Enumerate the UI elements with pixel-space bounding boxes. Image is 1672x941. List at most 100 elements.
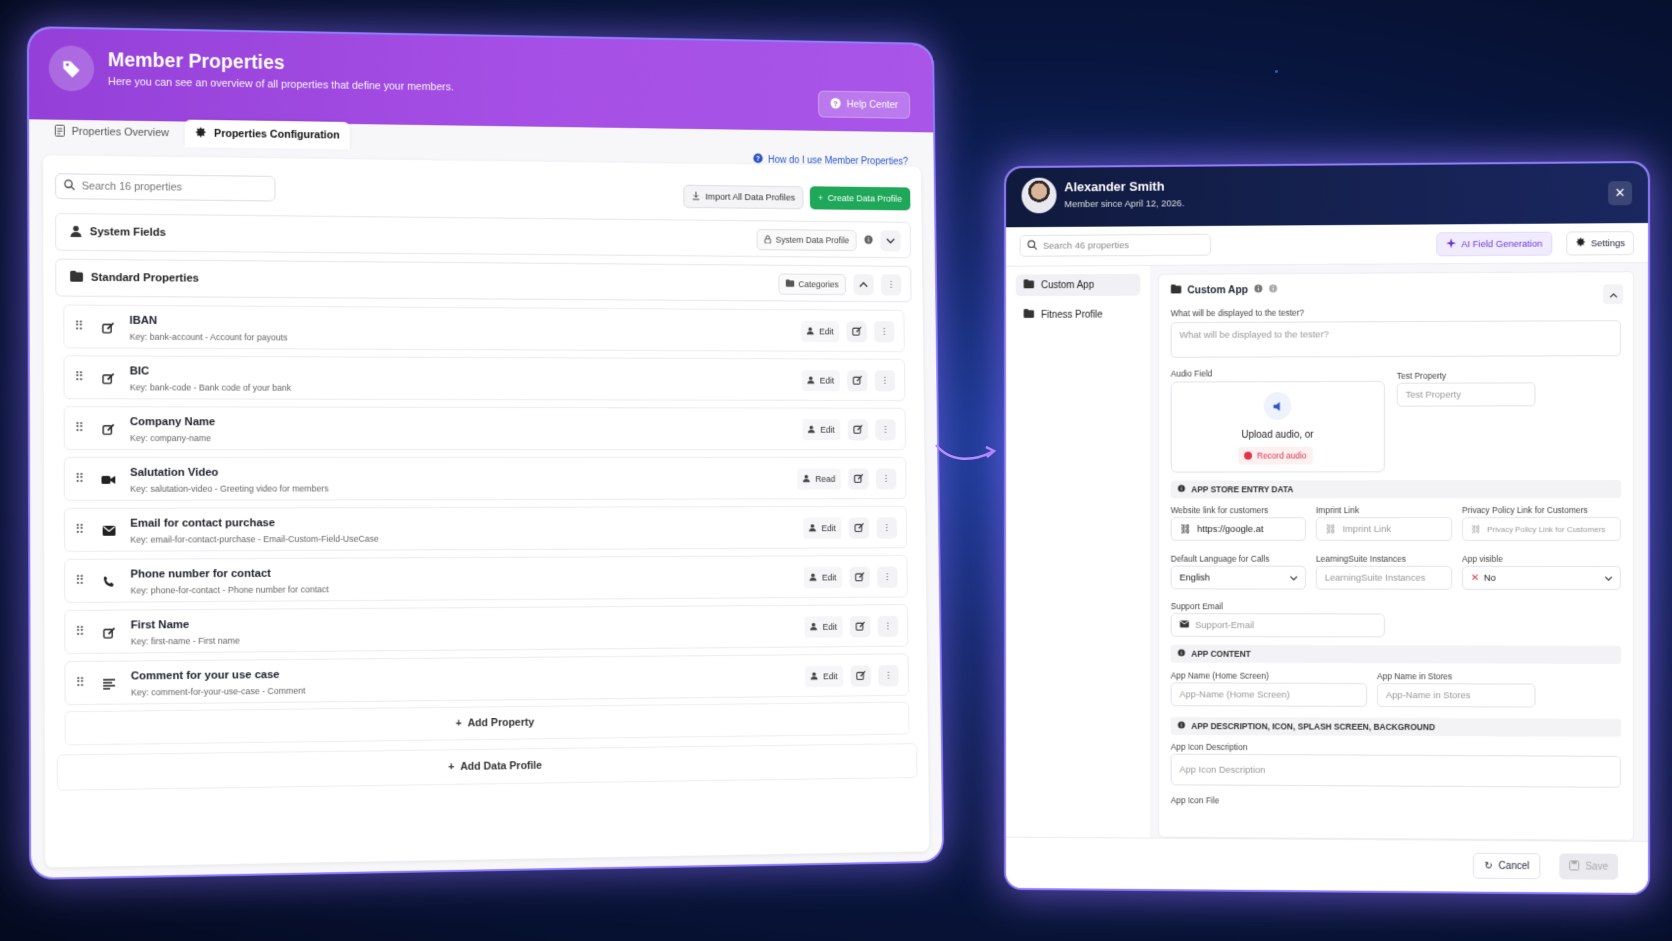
edit-button[interactable] bbox=[846, 321, 867, 343]
property-row[interactable]: ⠿ Email for contact purchase Key: email-fo… bbox=[63, 505, 908, 552]
property-row[interactable]: ⠿ Comment for your use case Key: comment-f… bbox=[64, 653, 910, 706]
more-options-button[interactable]: ⋮ bbox=[874, 370, 896, 392]
sidebar-item-custom-app[interactable]: Custom App bbox=[1015, 273, 1141, 297]
permission-chip[interactable]: Read bbox=[797, 468, 841, 490]
system-data-profile-chip[interactable]: System Data Profile bbox=[756, 228, 857, 252]
system-fields-section[interactable]: System Fields System Data Profile bbox=[55, 212, 912, 259]
property-row[interactable]: ⠿ First Name Key: first-name - First name E… bbox=[64, 604, 909, 655]
link-icon: ⛓ bbox=[1324, 523, 1337, 535]
drag-handle-icon[interactable]: ⠿ bbox=[74, 318, 82, 334]
drag-handle-icon[interactable]: ⠿ bbox=[75, 522, 84, 538]
collapse-button[interactable] bbox=[1603, 284, 1624, 305]
property-key: Key: company-name bbox=[129, 433, 212, 444]
drag-handle-icon[interactable]: ⠿ bbox=[74, 369, 82, 385]
avatar bbox=[1021, 177, 1057, 214]
learningsuite-input[interactable]: LearningSuite Instances bbox=[1315, 565, 1453, 590]
add-data-profile-button[interactable]: + Add Data Profile bbox=[56, 743, 918, 791]
imprint-input[interactable]: ⛓ Imprint Link bbox=[1315, 517, 1453, 541]
search-input[interactable]: Search 16 properties bbox=[54, 173, 276, 202]
save-button[interactable]: Save bbox=[1559, 853, 1619, 880]
drag-handle-icon[interactable]: ⠿ bbox=[75, 675, 84, 691]
close-button[interactable]: ✕ bbox=[1608, 181, 1633, 206]
permission-chip[interactable]: Edit bbox=[804, 566, 843, 589]
property-row[interactable]: ⠿ Phone number for contact Key: phone-for-… bbox=[64, 554, 908, 603]
cancel-button[interactable]: ↻ Cancel bbox=[1473, 852, 1541, 880]
text-icon bbox=[99, 674, 119, 694]
store-name-input[interactable]: App-Name in Stores bbox=[1376, 683, 1536, 708]
property-row[interactable]: ⠿ BIC Key: bank-code - Bank code of your b… bbox=[63, 355, 906, 402]
permission-chip[interactable]: Edit bbox=[803, 517, 842, 539]
learningsuite-label: LearningSuite Instances bbox=[1315, 553, 1406, 564]
tester-textarea[interactable]: What will be displayed to the tester? bbox=[1170, 320, 1622, 358]
support-email-label: Support Email bbox=[1170, 601, 1223, 612]
edit-button[interactable] bbox=[849, 566, 870, 589]
more-options-button[interactable]: ⋮ bbox=[878, 665, 899, 687]
collapse-button[interactable] bbox=[853, 274, 874, 296]
imprint-placeholder: Imprint Link bbox=[1342, 523, 1391, 535]
permission-chip[interactable]: Edit bbox=[802, 369, 840, 392]
permission-chip[interactable]: Edit bbox=[804, 616, 843, 638]
more-options-button[interactable]: ⋮ bbox=[877, 615, 899, 638]
property-row[interactable]: ⠿ IBAN Key: bank-account - Account for pay… bbox=[63, 304, 905, 353]
more-options-button[interactable]: ⋮ bbox=[880, 274, 902, 296]
app-name-label: App Name (Home Screen) bbox=[1170, 670, 1269, 681]
tab-properties-configuration[interactable]: Properties Configuration bbox=[184, 119, 350, 150]
settings-button[interactable]: Settings bbox=[1565, 231, 1635, 256]
question-icon: ? bbox=[830, 97, 841, 112]
add-data-profile-label: Add Data Profile bbox=[460, 759, 543, 773]
form-footer: ↻ Cancel Save bbox=[1006, 836, 1648, 893]
permission-label: Read bbox=[815, 474, 836, 484]
user-edit-icon bbox=[811, 671, 819, 682]
more-options-button[interactable]: ⋮ bbox=[877, 566, 898, 588]
drag-handle-icon[interactable]: ⠿ bbox=[75, 573, 84, 589]
app-visible-select[interactable]: ✕ No bbox=[1462, 565, 1622, 590]
kebab-icon: ⋮ bbox=[881, 473, 891, 484]
edit-button[interactable] bbox=[848, 468, 869, 490]
permission-chip[interactable]: Edit bbox=[802, 419, 841, 441]
import-data-profiles-button[interactable]: Import All Data Profiles bbox=[683, 184, 804, 210]
more-options-button[interactable]: ⋮ bbox=[875, 419, 896, 441]
sidebar-item-fitness-profile[interactable]: Fitness Profile bbox=[1016, 304, 1141, 326]
more-options-button[interactable]: ⋮ bbox=[875, 468, 897, 490]
drag-handle-icon[interactable]: ⠿ bbox=[75, 420, 83, 436]
permission-label: Edit bbox=[819, 375, 835, 386]
expand-button[interactable] bbox=[880, 230, 901, 252]
language-select[interactable]: English bbox=[1170, 565, 1307, 590]
user-edit-icon bbox=[807, 326, 815, 337]
help-center-button[interactable]: ? Help Center bbox=[817, 90, 911, 119]
speaker-icon bbox=[1263, 392, 1292, 420]
ai-field-generation-button[interactable]: AI Field Generation bbox=[1436, 231, 1553, 257]
permission-chip[interactable]: Edit bbox=[805, 665, 844, 688]
edit-button[interactable] bbox=[848, 517, 870, 539]
edit-button[interactable] bbox=[849, 615, 871, 638]
support-email-input[interactable]: Support-Email bbox=[1170, 613, 1385, 638]
drag-handle-icon[interactable]: ⠿ bbox=[75, 624, 84, 640]
property-key: Key: comment-for-your-use-case - Comment bbox=[130, 685, 306, 698]
property-row[interactable]: ⠿ Salutation Video Key: salutation-video -… bbox=[63, 456, 907, 501]
edit-button[interactable] bbox=[847, 370, 868, 392]
drag-handle-icon[interactable]: ⠿ bbox=[75, 471, 84, 487]
icon-description-input[interactable]: App Icon Description bbox=[1170, 753, 1622, 788]
app-name-input[interactable]: App-Name (Home Screen) bbox=[1170, 682, 1368, 707]
permission-label: Edit bbox=[820, 424, 835, 435]
document-icon bbox=[55, 124, 66, 139]
tab-properties-overview[interactable]: Properties Overview bbox=[45, 118, 179, 148]
search-input[interactable]: Search 46 properties bbox=[1019, 233, 1211, 257]
record-audio-button[interactable]: Record audio bbox=[1238, 446, 1313, 465]
website-value: https://google.at bbox=[1197, 523, 1264, 535]
app-store-entry-band: APP STORE ENTRY DATA bbox=[1170, 480, 1622, 499]
website-input[interactable]: ⛓ https://google.at bbox=[1170, 517, 1307, 541]
test-property-input[interactable]: Test Property bbox=[1396, 382, 1536, 407]
categories-chip[interactable]: Categories bbox=[778, 273, 847, 296]
standard-properties-section[interactable]: Standard Properties Categories ⋮ bbox=[55, 258, 912, 303]
permission-chip[interactable]: Edit bbox=[801, 320, 840, 343]
more-options-button[interactable]: ⋮ bbox=[876, 517, 897, 539]
audio-upload-zone[interactable]: Upload audio, or Record audio bbox=[1170, 380, 1385, 473]
privacy-input[interactable]: ⛓ Privacy Policy Link for Customers bbox=[1462, 517, 1622, 541]
edit-icon bbox=[852, 325, 862, 338]
edit-button[interactable] bbox=[847, 419, 869, 441]
property-row[interactable]: ⠿ Company Name Key: company-name Edit ⋮ bbox=[63, 406, 907, 451]
edit-button[interactable] bbox=[850, 665, 872, 687]
more-options-button[interactable]: ⋮ bbox=[874, 321, 895, 343]
create-data-profile-button[interactable]: + Create Data Profile bbox=[809, 186, 911, 211]
